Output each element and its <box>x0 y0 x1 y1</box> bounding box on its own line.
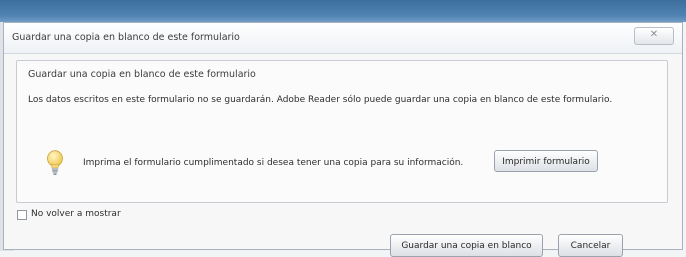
group-title: Guardar una copia en blanco de este form… <box>28 69 256 80</box>
group-description: Los datos escritos en este formulario no… <box>28 95 613 105</box>
save-blank-copy-dialog: Guardar una copia en blanco de este form… <box>3 22 683 257</box>
dont-show-again-checkbox[interactable] <box>17 210 27 220</box>
info-message: Imprima el formulario cumplimentado si d… <box>83 158 464 168</box>
lightbulb-icon <box>47 150 63 175</box>
close-icon: ✕ <box>649 29 659 40</box>
cancel-button[interactable]: Cancelar <box>558 234 623 257</box>
dont-show-again-label[interactable]: No volver a mostrar <box>31 209 121 219</box>
background-window-titlebar <box>0 0 686 22</box>
dialog-title: Guardar una copia en blanco de este form… <box>12 32 240 43</box>
dialog-titlebar: Guardar una copia en blanco de este form… <box>4 23 682 54</box>
print-form-button[interactable]: Imprimir formulario <box>494 150 598 172</box>
save-blank-copy-button[interactable]: Guardar una copia en blanco <box>390 234 543 257</box>
close-button[interactable]: ✕ <box>634 27 674 45</box>
message-group-box: Guardar una copia en blanco de este form… <box>16 60 668 203</box>
